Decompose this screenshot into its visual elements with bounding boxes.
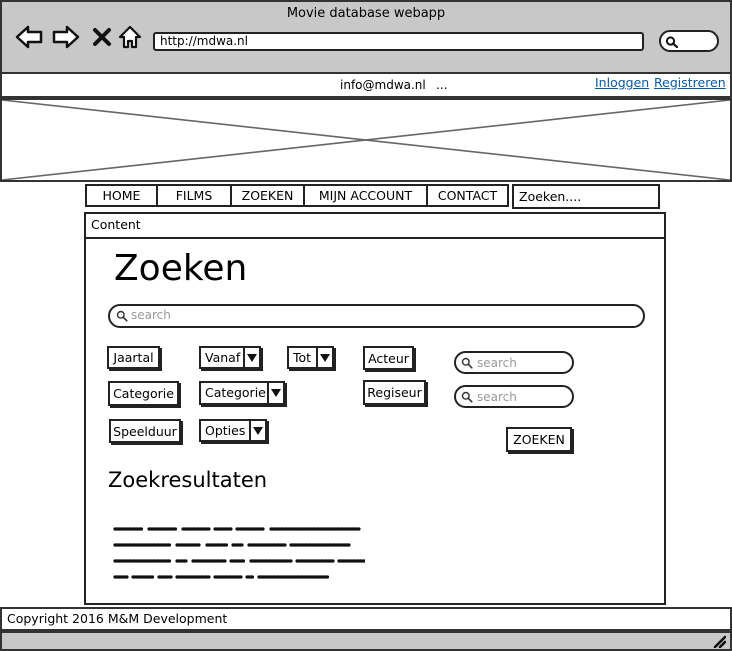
acteur-search-placeholder: search [477,355,517,370]
search-icon [116,310,128,322]
search-icon [665,36,679,49]
resize-grip-icon[interactable] [712,635,726,648]
results-title: Zoekresultaten [108,468,268,492]
categorie-dropdown[interactable]: Categorie [199,381,285,405]
zoeken-submit-button[interactable]: ZOEKEN [506,427,572,452]
page-title: Zoeken [114,248,248,289]
opties-dropdown[interactable]: Opties [199,419,267,442]
close-icon[interactable] [88,24,116,50]
nav-item-home[interactable]: HOME [85,184,158,207]
regisseur-button[interactable]: Regiseur [363,380,426,405]
opties-label: Opties [205,423,246,438]
window-title: Movie database webapp [286,6,446,21]
nav-item-contact[interactable]: CONTACT [426,184,509,207]
chevron-down-icon [243,348,259,367]
main-search-placeholder: search [131,308,171,322]
content-header [84,212,666,239]
register-link[interactable]: Registreren [654,75,726,90]
chevron-down-icon [316,348,332,367]
forward-arrow-icon[interactable] [52,24,80,50]
browser-statusbar [0,631,732,651]
home-icon[interactable] [116,24,144,50]
regisseur-search-placeholder: search [477,389,517,404]
footer-copyright: Copyright 2016 M&M Development [7,611,228,626]
search-icon [461,357,473,369]
categorie-select-label: Categorie [205,385,266,400]
browser-search-field[interactable] [659,30,719,52]
nav-search-input[interactable]: Zoeken.... [512,184,660,209]
content-label: Content [91,217,141,232]
categorie-button[interactable]: Categorie [108,381,179,406]
banner-image-placeholder [0,98,732,182]
login-link[interactable]: Inloggen [595,75,649,90]
search-icon [461,391,473,403]
tot-label: Tot [293,350,312,365]
chevron-down-icon [267,383,283,403]
image-placeholder-icon [2,100,730,180]
tot-dropdown[interactable]: Tot [287,346,334,369]
main-search-input[interactable]: search [108,304,645,328]
vanaf-dropdown[interactable]: Vanaf [199,346,261,369]
acteur-button[interactable]: Acteur [363,346,414,370]
nav-item-films[interactable]: FILMS [156,184,232,207]
back-arrow-icon[interactable] [15,24,43,50]
acteur-search-input[interactable]: search [454,351,574,374]
jaartal-button[interactable]: Jaartal [107,346,160,369]
info-ellipsis: ... [436,78,448,92]
results-placeholder-text [113,527,365,579]
contact-email: info@mdwa.nl [340,78,426,92]
nav-item-zoeken[interactable]: ZOEKEN [230,184,305,207]
url-bar[interactable]: http://mdwa.nl [153,32,644,51]
speelduur-button[interactable]: Speelduur [109,419,181,443]
vanaf-label: Vanaf [205,350,241,365]
chevron-down-icon [249,421,265,440]
regisseur-search-input[interactable]: search [454,385,574,408]
nav-item-mijn-account[interactable]: MIJN ACCOUNT [303,184,428,207]
